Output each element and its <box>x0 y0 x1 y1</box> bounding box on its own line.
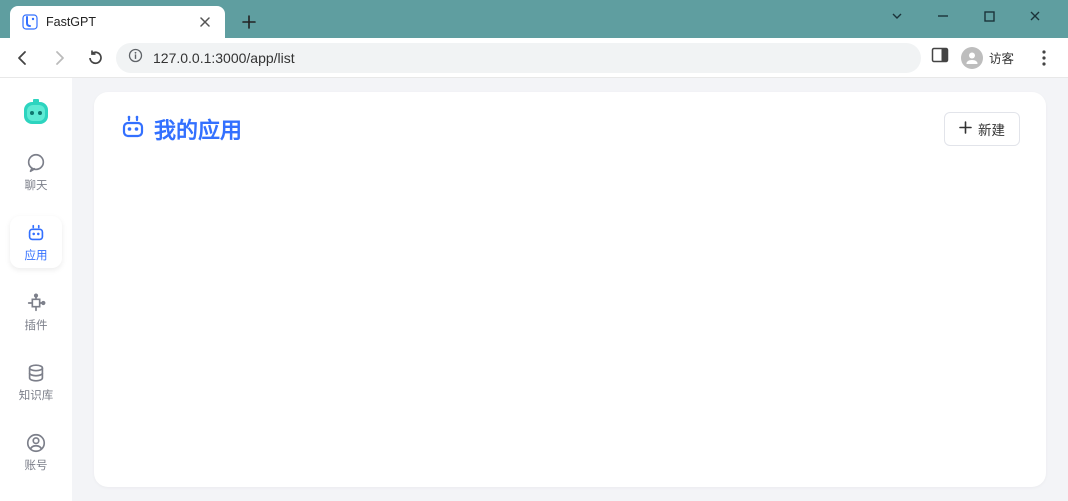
sidebar-item-plugins[interactable]: 插件 <box>10 286 62 338</box>
address-bar[interactable] <box>116 43 921 73</box>
browser-tab[interactable]: FastGPT <box>10 6 225 38</box>
window-controls <box>884 0 1054 38</box>
sidebar-item-label: 应用 <box>25 247 48 263</box>
new-tab-button[interactable] <box>235 8 263 36</box>
create-button[interactable]: 新建 <box>944 112 1020 146</box>
tab-favicon <box>22 14 38 30</box>
tab-title: FastGPT <box>46 15 189 29</box>
browser-toolbar: 访客 <box>0 38 1068 78</box>
sidebar-item-account[interactable]: 账号 <box>10 426 62 478</box>
profile-button[interactable]: 访客 <box>959 45 1022 71</box>
app-content: 聊天 应用 插件 知识库 账号 我的应用 <box>0 78 1068 501</box>
page-title: 我的应用 <box>154 113 242 145</box>
sidebar-item-label: 账号 <box>25 457 48 473</box>
sidebar-item-knowledge[interactable]: 知识库 <box>10 356 62 408</box>
app-logo[interactable] <box>20 96 52 128</box>
sidebar-item-chat[interactable]: 聊天 <box>10 146 62 198</box>
maximize-icon[interactable] <box>976 3 1002 29</box>
sidebar-item-label: 插件 <box>25 317 48 333</box>
robot-icon <box>120 114 146 145</box>
sidebar-item-apps[interactable]: 应用 <box>10 216 62 268</box>
close-icon[interactable] <box>197 14 213 30</box>
content-panel: 我的应用 新建 <box>94 92 1046 487</box>
profile-label: 访客 <box>989 48 1014 67</box>
forward-button[interactable] <box>44 43 74 73</box>
window-close-icon[interactable] <box>1022 3 1048 29</box>
toolbar-right: 访客 <box>927 45 1060 71</box>
url-input[interactable] <box>153 50 909 66</box>
main-content: 我的应用 新建 <box>72 78 1068 501</box>
window-titlebar: FastGPT <box>0 0 1068 38</box>
create-label: 新建 <box>978 119 1005 139</box>
page-header: 我的应用 新建 <box>120 112 1020 146</box>
side-panel-icon[interactable] <box>931 46 949 69</box>
sidebar-item-label: 聊天 <box>25 177 48 193</box>
avatar-icon <box>961 47 983 69</box>
minimize-icon[interactable] <box>930 3 956 29</box>
sidebar: 聊天 应用 插件 知识库 账号 <box>0 78 72 501</box>
browser-menu-button[interactable] <box>1032 46 1056 70</box>
plus-icon <box>959 121 972 137</box>
page-title-wrap: 我的应用 <box>120 113 242 145</box>
tab-strip: FastGPT <box>0 0 884 38</box>
reload-button[interactable] <box>80 43 110 73</box>
sidebar-item-label: 知识库 <box>19 387 54 403</box>
window-dropdown-icon[interactable] <box>884 3 910 29</box>
back-button[interactable] <box>8 43 38 73</box>
site-info-icon[interactable] <box>128 48 143 68</box>
